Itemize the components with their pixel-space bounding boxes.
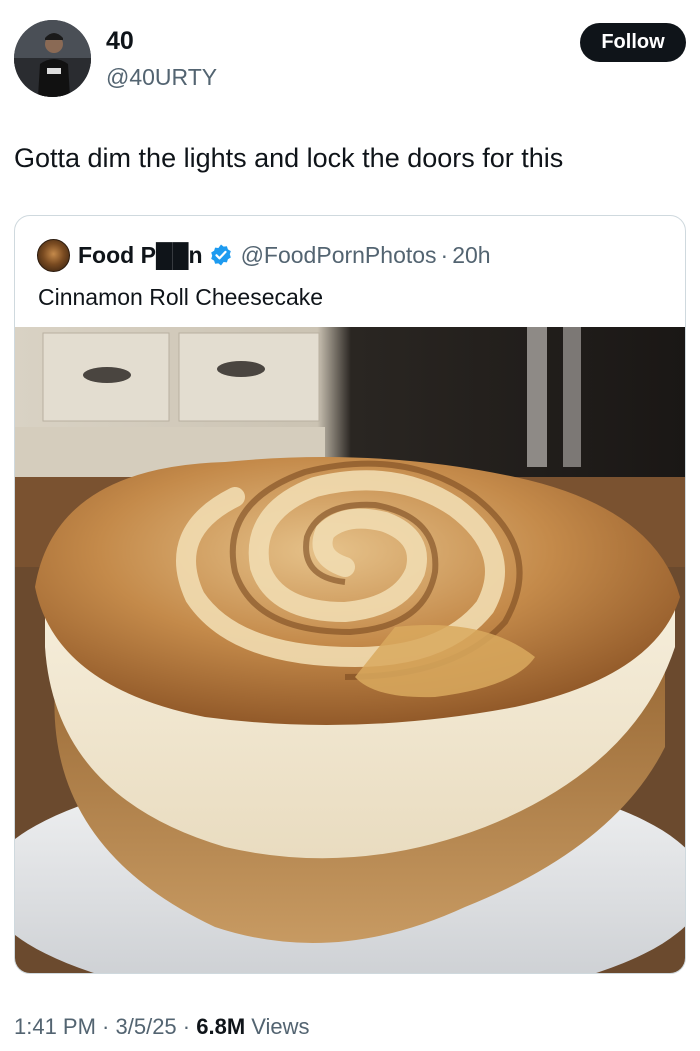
quoted-author-avatar[interactable]	[37, 238, 70, 272]
quoted-tweet-header: Food P██n @FoodPornPhotos · 20h	[37, 238, 491, 272]
views-count[interactable]: 6.8M	[196, 1014, 245, 1039]
cheesecake-photo-icon	[15, 327, 685, 973]
quoted-tweet-text: Cinnamon Roll Cheesecake	[38, 284, 324, 310]
post-time[interactable]: 1:41 PM	[14, 1014, 96, 1039]
profile-photo-icon	[14, 20, 91, 97]
meta-separator: ·	[95, 1014, 116, 1039]
author-avatar[interactable]	[14, 20, 91, 97]
follow-button[interactable]: Follow	[580, 23, 686, 62]
verified-badge-icon	[210, 244, 231, 266]
tweet-text: Gotta dim the lights and lock the doors …	[14, 143, 564, 173]
meta-separator: ·	[176, 1014, 197, 1039]
tweet-meta: 1:41 PM · 3/5/25 · 6.8M Views	[14, 1012, 310, 1042]
quoted-tweet-time[interactable]: 20h	[452, 242, 490, 269]
post-date[interactable]: 3/5/25	[116, 1014, 177, 1039]
quoted-tweet-media[interactable]	[15, 327, 685, 973]
author-handle[interactable]: @40URTY	[106, 62, 217, 92]
quoted-tweet-card[interactable]: Food P██n @FoodPornPhotos · 20h Cinnamon…	[14, 215, 686, 974]
quoted-author-handle[interactable]: @FoodPornPhotos	[241, 242, 437, 269]
author-display-name[interactable]: 40	[106, 26, 134, 56]
views-label: Views	[245, 1014, 310, 1039]
quoted-author-name[interactable]: Food P██n	[78, 242, 203, 269]
tweet-header: 40 @40URTY Follow	[14, 18, 686, 98]
separator-dot: ·	[440, 241, 449, 268]
